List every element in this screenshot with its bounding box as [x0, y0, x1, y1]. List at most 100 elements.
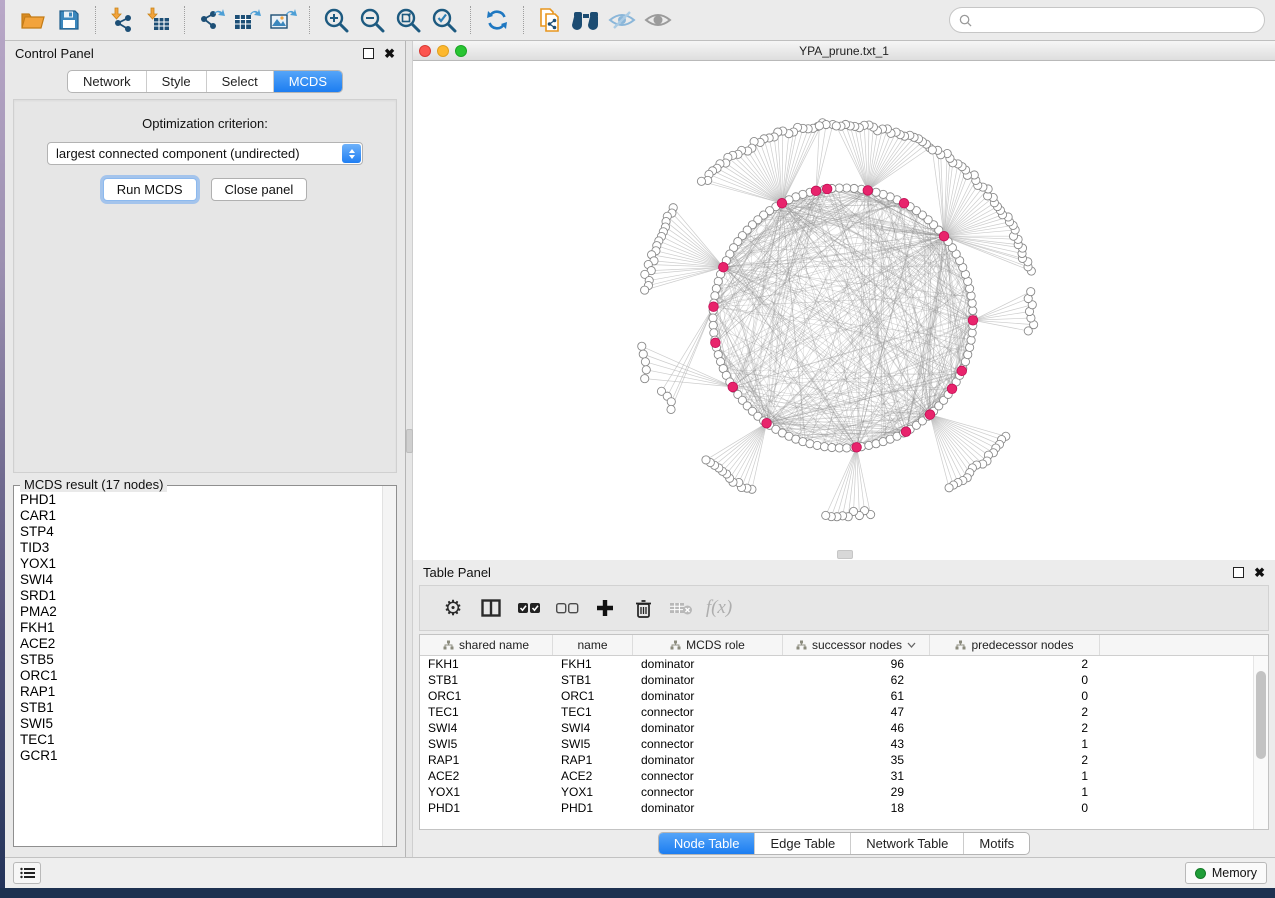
zoom-selected-button[interactable] — [426, 4, 462, 36]
graph-node[interactable] — [697, 177, 705, 185]
tab-select[interactable]: Select — [206, 71, 273, 92]
result-node-item[interactable]: ACE2 — [20, 636, 382, 652]
graph-node-mcds[interactable] — [822, 184, 832, 194]
graph-node[interactable] — [968, 329, 976, 337]
result-node-item[interactable]: TEC1 — [20, 732, 382, 748]
graph-node-mcds[interactable] — [719, 262, 729, 272]
table-row[interactable]: YOX1YOX1connector291 — [420, 784, 1268, 800]
result-node-item[interactable]: STB5 — [20, 652, 382, 668]
graph-node[interactable] — [639, 350, 647, 358]
graph-node[interactable] — [843, 444, 851, 452]
graph-node[interactable] — [835, 444, 843, 452]
open-file-button[interactable] — [15, 4, 51, 36]
save-session-button[interactable] — [51, 4, 87, 36]
result-node-item[interactable]: ORC1 — [20, 668, 382, 684]
column-header-name[interactable]: name — [553, 635, 633, 655]
result-list-scrollbar[interactable] — [382, 486, 396, 846]
graph-node-mcds[interactable] — [968, 315, 978, 325]
zoom-in-button[interactable] — [318, 4, 354, 36]
graph-node[interactable] — [832, 122, 840, 130]
column-header-MCDS-role[interactable]: MCDS role — [633, 635, 783, 655]
graph-node[interactable] — [712, 284, 720, 292]
graph-node[interactable] — [967, 292, 975, 300]
graph-node[interactable] — [835, 184, 843, 192]
table-settings-button[interactable]: ⚙ — [434, 598, 472, 619]
graph-node-mcds[interactable] — [925, 410, 935, 420]
apply-layout-button[interactable] — [479, 4, 515, 36]
table-tab-network-table[interactable]: Network Table — [850, 833, 963, 854]
mcds-result-list[interactable]: PHD1CAR1STP4TID3YOX1SWI4SRD1PMA2FKH1ACE2… — [14, 486, 382, 846]
graph-node[interactable] — [641, 286, 649, 294]
graph-node-mcds[interactable] — [728, 382, 738, 392]
import-network-button[interactable] — [104, 4, 140, 36]
graph-node[interactable] — [641, 375, 649, 383]
function-builder-button[interactable]: f(x) — [700, 597, 738, 619]
tab-network[interactable]: Network — [68, 71, 146, 92]
graph-node[interactable] — [928, 146, 936, 154]
graph-node[interactable] — [710, 329, 718, 337]
table-row[interactable]: SWI4SWI4dominator462 — [420, 720, 1268, 736]
clone-network-button[interactable] — [532, 4, 568, 36]
graph-node-mcds[interactable] — [762, 418, 772, 428]
select-all-columns-button[interactable] — [510, 601, 548, 615]
result-node-item[interactable]: CAR1 — [20, 508, 382, 524]
result-node-item[interactable]: STP4 — [20, 524, 382, 540]
export-table-button[interactable] — [229, 4, 265, 36]
horizontal-splitter-grip[interactable] — [837, 550, 853, 559]
table-scrollbar-thumb[interactable] — [1256, 671, 1266, 759]
graph-node-mcds[interactable] — [709, 302, 719, 312]
graph-node[interactable] — [813, 441, 821, 449]
search-box[interactable] — [949, 7, 1265, 33]
graph-node[interactable] — [667, 405, 675, 413]
result-node-item[interactable]: GCR1 — [20, 748, 382, 764]
splitter-grip[interactable] — [406, 429, 413, 453]
graph-node-mcds[interactable] — [852, 442, 862, 452]
run-mcds-button[interactable]: Run MCDS — [103, 178, 197, 201]
close-table-panel-icon[interactable]: ✖ — [1254, 566, 1265, 579]
graph-node[interactable] — [641, 358, 649, 366]
graph-node[interactable] — [843, 184, 851, 192]
result-node-item[interactable]: PMA2 — [20, 604, 382, 620]
network-graph[interactable] — [413, 61, 1275, 560]
graph-node-mcds[interactable] — [939, 231, 949, 241]
table-row[interactable]: ORC1ORC1dominator610 — [420, 688, 1268, 704]
hide-selection-button[interactable] — [604, 4, 640, 36]
table-row[interactable]: ACE2ACE2connector311 — [420, 768, 1268, 784]
table-row[interactable]: TEC1TEC1connector472 — [420, 704, 1268, 720]
result-node-item[interactable]: RAP1 — [20, 684, 382, 700]
graph-node[interactable] — [820, 443, 828, 451]
delete-table-button[interactable] — [662, 600, 700, 616]
close-panel-button[interactable]: Close panel — [211, 178, 308, 201]
vertical-splitter[interactable] — [405, 41, 413, 857]
import-table-button[interactable] — [140, 4, 176, 36]
graph-node[interactable] — [815, 122, 823, 130]
float-table-panel-icon[interactable] — [1233, 567, 1244, 578]
delete-column-button[interactable] — [624, 599, 662, 618]
result-node-item[interactable]: STB1 — [20, 700, 382, 716]
zoom-fit-button[interactable] — [390, 4, 426, 36]
table-tab-edge-table[interactable]: Edge Table — [754, 833, 850, 854]
graph-node[interactable] — [945, 484, 953, 492]
graph-node-mcds[interactable] — [863, 186, 873, 196]
graph-node[interactable] — [967, 336, 975, 344]
criterion-dropdown[interactable]: largest connected component (undirected) — [47, 142, 363, 165]
close-panel-icon[interactable]: ✖ — [384, 47, 395, 60]
zoom-out-button[interactable] — [354, 4, 390, 36]
memory-button[interactable]: Memory — [1185, 862, 1267, 884]
add-column-button[interactable] — [586, 599, 624, 617]
graph-node[interactable] — [702, 456, 710, 464]
column-header-successor-nodes[interactable]: successor nodes — [783, 635, 930, 655]
column-header-predecessor-nodes[interactable]: predecessor nodes — [930, 635, 1100, 655]
split-columns-button[interactable] — [472, 599, 510, 617]
deselect-all-columns-button[interactable] — [548, 601, 586, 615]
graph-node-mcds[interactable] — [901, 427, 911, 437]
table-row[interactable]: STB1STB1dominator620 — [420, 672, 1268, 688]
table-row[interactable]: PHD1PHD1dominator180 — [420, 800, 1268, 816]
network-canvas[interactable] — [413, 61, 1275, 560]
graph-node[interactable] — [828, 443, 836, 451]
graph-node[interactable] — [822, 511, 830, 519]
graph-node-mcds[interactable] — [777, 198, 787, 208]
graph-node[interactable] — [969, 306, 977, 314]
graph-node-mcds[interactable] — [947, 384, 957, 394]
graph-node[interactable] — [966, 343, 974, 351]
